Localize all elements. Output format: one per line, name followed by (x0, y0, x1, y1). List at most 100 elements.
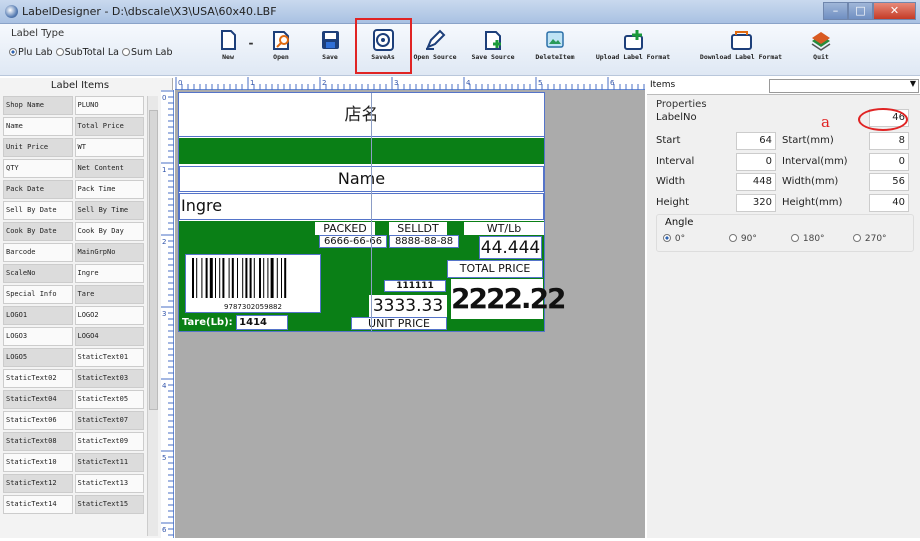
label-item-button[interactable]: LOGO1 (3, 306, 73, 325)
quit-button[interactable]: Quit (806, 29, 836, 61)
label-item-button[interactable]: LOGO3 (3, 327, 73, 346)
label-item-button[interactable]: LOGO2 (74, 306, 144, 325)
label-item-button[interactable]: Cook By Day (74, 222, 144, 241)
open-source-button[interactable]: Open Source (411, 29, 459, 61)
unit-price-label[interactable]: UNIT PRICE (351, 317, 447, 330)
sell-date-label[interactable]: SELLDT (389, 222, 447, 235)
items-dropdown[interactable]: ▼ (769, 79, 919, 93)
download-label-format-button[interactable]: Download Label Format (687, 29, 795, 61)
label-item-button[interactable]: MainGrpNo (74, 243, 144, 262)
new-document-icon (215, 29, 241, 51)
interval-mm-label: Interval(mm) (782, 156, 848, 167)
label-item-button[interactable]: Barcode (3, 243, 73, 262)
product-name-field[interactable]: Name (179, 166, 544, 192)
label-items-row: Sell By Date Sell By Time (3, 201, 146, 222)
annotation-a: a (821, 113, 830, 131)
width-input[interactable]: 448 (736, 173, 776, 191)
label-item-button[interactable]: StaticText14 (3, 495, 73, 514)
upload-label-format-button[interactable]: Upload Label Format (590, 29, 676, 61)
label-item-button[interactable]: StaticText04 (3, 390, 73, 409)
label-item-button[interactable]: WT (74, 138, 144, 157)
label-type-subtotal-radio[interactable]: SubTotal La (55, 47, 119, 58)
left-ruler: 0 1 2 3 4 5 6 (161, 90, 174, 538)
label-item-button[interactable]: StaticText09 (74, 432, 144, 451)
total-price-label[interactable]: TOTAL PRICE (447, 260, 543, 278)
ruler-label: 2 (162, 238, 166, 246)
label-item-button[interactable]: Unit Price (3, 138, 73, 157)
label-item-button[interactable]: Ingre (74, 264, 144, 283)
label-item-button[interactable]: Total Price (74, 117, 144, 136)
ingredients-field[interactable]: Ingre (179, 193, 544, 220)
maximize-button[interactable]: □ (848, 2, 873, 20)
height-mm-label: Height(mm) (782, 197, 843, 208)
start-mm-input[interactable]: 8 (869, 132, 909, 150)
sell-date-field[interactable]: 8888-88-88 (389, 235, 459, 248)
minimize-button[interactable]: – (823, 2, 848, 20)
label-item-button[interactable]: ScaleNo (3, 264, 73, 283)
plu-number-field[interactable]: 111111 (384, 280, 446, 292)
weight-field[interactable]: 44.444 (479, 236, 542, 259)
label-item-button[interactable]: StaticText13 (74, 474, 144, 493)
label-item-button[interactable]: Name (3, 117, 73, 136)
shop-name-field[interactable]: 店名 (179, 93, 544, 137)
label-items-row: Barcode MainGrpNo (3, 243, 146, 264)
angle-0-radio[interactable]: 0° (663, 234, 685, 244)
label-item-button[interactable]: StaticText06 (3, 411, 73, 430)
ruler-label: 2 (322, 79, 326, 87)
label-item-button[interactable]: PLUNO (74, 96, 144, 115)
label-item-button[interactable]: StaticText02 (3, 369, 73, 388)
label-item-button[interactable]: LOGO4 (74, 327, 144, 346)
weight-unit-label[interactable]: WT/Lb (464, 222, 544, 235)
saveas-highlight-box (355, 18, 412, 74)
label-items-title: Label Items (50, 80, 110, 91)
label-item-button[interactable]: StaticText15 (74, 495, 144, 514)
label-item-button[interactable]: Sell By Time (74, 201, 144, 220)
label-item-button[interactable]: Special Info (3, 285, 73, 304)
angle-180-radio[interactable]: 180° (791, 234, 825, 244)
label-item-button[interactable]: StaticText05 (74, 390, 144, 409)
delete-item-button[interactable]: DeleteItem (529, 29, 581, 61)
label-item-button[interactable]: StaticText07 (74, 411, 144, 430)
scrollbar-thumb[interactable] (149, 110, 158, 410)
label-item-button[interactable]: StaticText12 (3, 474, 73, 493)
tare-field[interactable]: Tare(Lb): 1414 (182, 315, 300, 330)
label-item-button[interactable]: Pack Time (74, 180, 144, 199)
save-source-button[interactable]: Save Source (468, 29, 518, 61)
height-input[interactable]: 320 (736, 194, 776, 212)
label-items-row: Shop Name PLUNO (3, 96, 146, 117)
height-mm-input[interactable]: 40 (869, 194, 909, 212)
save-button[interactable]: Save (313, 29, 347, 61)
unit-price-field[interactable]: 3333.33 (369, 295, 447, 317)
start-input[interactable]: 64 (736, 132, 776, 150)
close-button[interactable]: ✕ (873, 2, 916, 20)
label-item-button[interactable]: StaticText08 (3, 432, 73, 451)
label-item-button[interactable]: StaticText03 (74, 369, 144, 388)
width-mm-input[interactable]: 56 (869, 173, 909, 191)
new-dropdown-arrow[interactable]: - (244, 36, 258, 50)
label-items-scrollbar[interactable] (147, 96, 158, 536)
barcode-field[interactable]: 9787302059882 (185, 254, 321, 313)
interval-mm-input[interactable]: 0 (869, 153, 909, 171)
interval-input[interactable]: 0 (736, 153, 776, 171)
label-type-plu-radio[interactable]: Plu Lab (9, 47, 53, 58)
label-item-button[interactable]: StaticText10 (3, 453, 73, 472)
label-item-button[interactable]: LOGO5 (3, 348, 73, 367)
label-item-button[interactable]: Net Content (74, 159, 144, 178)
angle-270-radio[interactable]: 270° (853, 234, 887, 244)
label-item-button[interactable]: QTY (3, 159, 73, 178)
label-item-button[interactable]: StaticText01 (74, 348, 144, 367)
label-type-sum-radio[interactable]: Sum Lab (122, 47, 173, 58)
open-button[interactable]: Open (262, 29, 300, 61)
tare-label: Tare(Lb): (182, 317, 233, 328)
angle-90-radio[interactable]: 90° (729, 234, 757, 244)
total-price-field[interactable]: 2222.22 (451, 279, 567, 319)
label-item-button[interactable]: Pack Date (3, 180, 73, 199)
label-item-button[interactable]: Tare (74, 285, 144, 304)
new-button[interactable]: New (213, 29, 243, 61)
packed-label[interactable]: PACKED (315, 222, 375, 235)
label-item-button[interactable]: StaticText11 (74, 453, 144, 472)
pack-date-field[interactable]: 6666-66-66 (319, 235, 387, 248)
label-item-button[interactable]: Shop Name (3, 96, 73, 115)
label-item-button[interactable]: Cook By Date (3, 222, 73, 241)
label-item-button[interactable]: Sell By Date (3, 201, 73, 220)
